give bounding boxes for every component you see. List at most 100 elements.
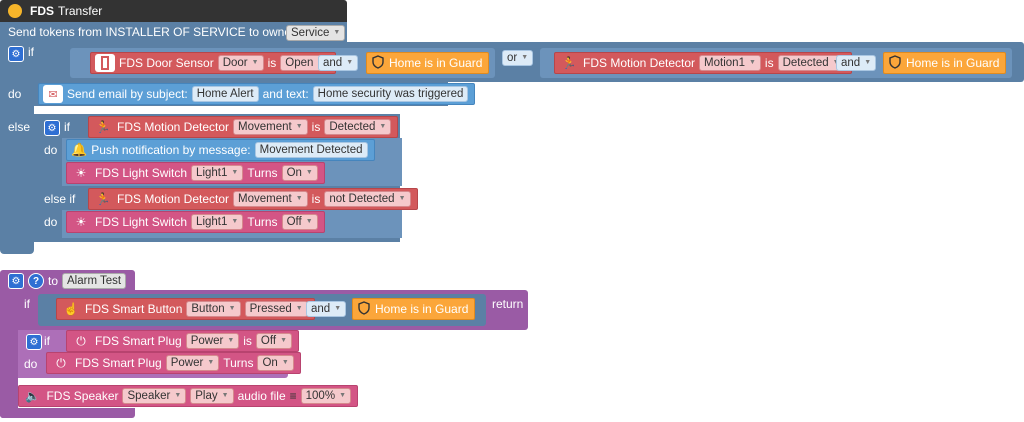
else-spine bbox=[0, 82, 34, 254]
light-switch-label: FDS Light Switch bbox=[95, 166, 188, 180]
smart-plug-check-block[interactable]: ⏻ FDS Smart Plug Power ▼ is Off ▼ bbox=[66, 330, 299, 352]
shield-icon bbox=[357, 300, 371, 318]
motion-detector-block[interactable]: 🏃 FDS Motion Detector Movement ▼ is Detec… bbox=[88, 116, 399, 138]
on-dropdown[interactable]: On ▼ bbox=[281, 165, 318, 181]
power-dropdown[interactable]: Power ▼ bbox=[165, 355, 220, 371]
email-body-field[interactable]: Home security was triggered bbox=[312, 86, 469, 102]
motion-detector-block[interactable]: 🏃 FDS Motion Detector Motion1 ▼ is Detect… bbox=[554, 52, 852, 74]
list-icon: ≡ bbox=[289, 389, 297, 403]
do-label: do bbox=[44, 215, 58, 229]
smart-plug-label: FDS Smart Plug bbox=[95, 334, 182, 348]
home-guard-label: Home is in Guard bbox=[389, 56, 483, 70]
power-dropdown[interactable]: Power ▼ bbox=[185, 333, 240, 349]
home-guard-label: Home is in Guard bbox=[906, 56, 1000, 70]
smart-plug-set-block[interactable]: ⏻ FDS Smart Plug Power ▼ Turns On ▼ bbox=[46, 352, 301, 374]
smart-button-block[interactable]: ☝ FDS Smart Button Button ▼ Pressed ▼ bbox=[56, 298, 315, 320]
function-name-field[interactable]: Alarm Test bbox=[62, 273, 127, 289]
email-icon: ✉ bbox=[43, 85, 63, 103]
turns-label: Turns bbox=[247, 166, 278, 180]
home-guard-block[interactable]: Home is in Guard bbox=[366, 52, 489, 74]
smart-button-icon: ☝ bbox=[63, 302, 79, 316]
is-label: is bbox=[243, 334, 252, 348]
speaker-dropdown[interactable]: Speaker ▼ bbox=[122, 388, 187, 404]
detected-dropdown[interactable]: Detected ▼ bbox=[324, 119, 392, 135]
function-bottom bbox=[0, 408, 135, 418]
on-dropdown[interactable]: On ▼ bbox=[257, 355, 294, 371]
play-dropdown[interactable]: Play ▼ bbox=[190, 388, 234, 404]
push-notification-block[interactable]: 🔔 Push notification by message: Movement… bbox=[66, 139, 375, 161]
home-guard-block-2[interactable]: Home is in Guard bbox=[883, 52, 1006, 74]
light1-dropdown[interactable]: Light1 ▼ bbox=[191, 214, 244, 230]
door-sensor-label: FDS Door Sensor bbox=[119, 56, 214, 70]
is-label: is bbox=[267, 56, 277, 70]
speaker-block[interactable]: 🔈 FDS Speaker Speaker ▼ Play ▼ audio file … bbox=[18, 385, 358, 407]
door-name-dropdown[interactable]: Door ▼ bbox=[217, 55, 264, 71]
if-label: if bbox=[44, 334, 50, 348]
off-dropdown[interactable]: Off ▼ bbox=[281, 214, 318, 230]
header-title: Transfer bbox=[58, 4, 103, 18]
light-switch-icon: ☀ bbox=[75, 166, 87, 180]
else-if-label: else if bbox=[44, 192, 76, 206]
off-dropdown[interactable]: Off ▼ bbox=[255, 333, 292, 349]
send-tokens-label: Send tokens from INSTALLER OF SERVICE to… bbox=[8, 25, 309, 39]
light-switch-off-block[interactable]: ☀ FDS Light Switch Light1 ▼ Turns Off ▼ bbox=[66, 211, 325, 233]
send-email-block[interactable]: ✉ Send email by subject: Home Alert and … bbox=[38, 83, 476, 105]
movement-dropdown[interactable]: Movement ▼ bbox=[233, 191, 308, 207]
do-label: do bbox=[8, 87, 22, 101]
gear-icon[interactable]: ⚙ bbox=[44, 120, 60, 136]
if-label: if bbox=[24, 297, 30, 311]
motion-detector-label: FDS Motion Detector bbox=[117, 192, 230, 206]
or-operator-dropdown[interactable]: or ▼ bbox=[502, 50, 534, 66]
and-operator-dropdown[interactable]: and ▼ bbox=[306, 301, 347, 317]
motion-icon: 🏃 bbox=[95, 192, 111, 206]
gear-icon[interactable]: ⚙ bbox=[26, 334, 42, 350]
and-operator-dropdown[interactable]: and ▼ bbox=[318, 55, 359, 71]
push-message-field[interactable]: Movement Detected bbox=[254, 142, 368, 158]
home-guard-label: Home is in Guard bbox=[375, 302, 469, 316]
shield-icon bbox=[888, 54, 902, 72]
motion-detector-label: FDS Motion Detector bbox=[117, 120, 230, 134]
to-label: to bbox=[48, 274, 59, 288]
if-label: if bbox=[28, 45, 34, 59]
transfer-header: FDS Transfer bbox=[0, 0, 347, 22]
turns-label: Turns bbox=[247, 215, 278, 229]
button-dropdown[interactable]: Button ▼ bbox=[186, 301, 241, 317]
gear-icon[interactable]: ⚙ bbox=[8, 46, 24, 62]
motion-detector-label: FDS Motion Detector bbox=[583, 56, 696, 70]
and-text-label: and text: bbox=[262, 87, 309, 101]
return-label: return bbox=[492, 297, 524, 311]
not-detected-dropdown[interactable]: not Detected ▼ bbox=[324, 191, 411, 207]
send-tokens-row[interactable]: Send tokens from INSTALLER OF SERVICE to… bbox=[0, 22, 347, 42]
pressed-dropdown[interactable]: Pressed ▼ bbox=[244, 301, 308, 317]
speaker-icon: 🔈 bbox=[25, 389, 41, 403]
light-switch-label: FDS Light Switch bbox=[95, 215, 188, 229]
light-switch-on-block[interactable]: ☀ FDS Light Switch Light1 ▼ Turns On ▼ bbox=[66, 162, 325, 184]
light1-dropdown[interactable]: Light1 ▼ bbox=[191, 165, 244, 181]
gear-icon[interactable]: ⚙ bbox=[8, 273, 24, 289]
is-label: is bbox=[764, 56, 774, 70]
send-email-label: Send email by subject: bbox=[67, 87, 188, 101]
speaker-label: FDS Speaker bbox=[46, 389, 119, 403]
volume-dropdown[interactable]: 100% ▼ bbox=[300, 388, 351, 404]
turns-label: Turns bbox=[223, 356, 254, 370]
smart-plug-label: FDS Smart Plug bbox=[75, 356, 162, 370]
and-operator-dropdown-2[interactable]: and ▼ bbox=[836, 55, 877, 71]
door-sensor-block[interactable]: FDS Door Sensor Door▼ is Open▼ bbox=[90, 52, 337, 74]
help-icon[interactable]: ? bbox=[28, 273, 44, 289]
motion-state-dropdown[interactable]: Detected▼ bbox=[777, 55, 845, 71]
inner-if-label: if bbox=[64, 120, 70, 134]
motion-icon: 🏃 bbox=[561, 56, 577, 70]
function-spine bbox=[0, 330, 18, 418]
shield-icon bbox=[371, 54, 385, 72]
home-guard-block[interactable]: Home is in Guard bbox=[352, 298, 475, 320]
light-switch-icon: ☀ bbox=[75, 215, 87, 229]
brand-label: FDS bbox=[30, 4, 54, 18]
motion-name-dropdown[interactable]: Motion1 ▼ bbox=[699, 55, 761, 71]
motion-detector-block[interactable]: 🏃 FDS Motion Detector Movement ▼ is not D… bbox=[88, 188, 418, 210]
bell-icon: 🔔 bbox=[71, 142, 88, 157]
smart-plug-icon: ⏻ bbox=[56, 355, 66, 370]
email-subject-field[interactable]: Home Alert bbox=[191, 86, 259, 102]
else-label: else bbox=[8, 120, 31, 134]
movement-dropdown[interactable]: Movement ▼ bbox=[233, 119, 308, 135]
service-dropdown[interactable]: Service ▼ bbox=[286, 25, 346, 41]
